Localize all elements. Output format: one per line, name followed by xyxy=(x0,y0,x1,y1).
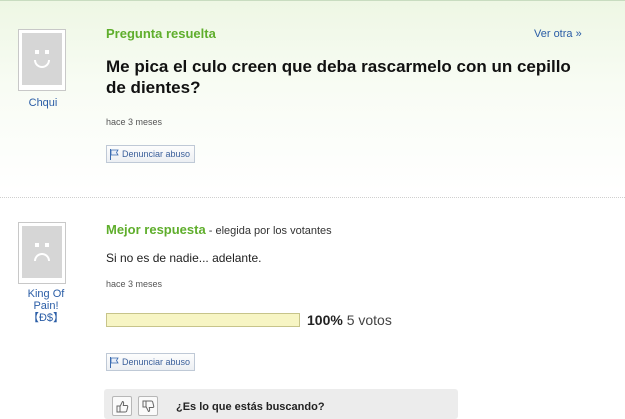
flag-icon xyxy=(110,148,119,160)
asker-avatar[interactable] xyxy=(18,29,66,91)
question-section: Chqui Pregunta resuelta Ver otra » Me pi… xyxy=(0,0,625,191)
thumbs-down-icon xyxy=(142,400,154,412)
report-answer-abuse-button[interactable]: Denunciar abuso xyxy=(106,353,196,371)
question-title: Me pica el culo creen que deba rascarmel… xyxy=(106,57,571,97)
report-abuse-label: Denunciar abuso xyxy=(122,149,191,159)
best-answer-header: Mejor respuesta - elegida por los votant… xyxy=(106,221,332,239)
answerer-name[interactable]: King Of Pain! 【Ð$】 xyxy=(18,288,74,324)
report-abuse-button[interactable]: Denunciar abuso xyxy=(106,145,196,163)
feedback-box: ¿Es lo que estás buscando? xyxy=(104,389,458,419)
chosen-by-voters-text: - elegida por los votantes xyxy=(205,225,332,237)
smiley-avatar-icon xyxy=(22,33,62,85)
vote-count-label: 5 votos xyxy=(346,312,392,328)
answer-timestamp: hace 3 meses xyxy=(106,279,163,289)
question-timestamp: hace 3 meses xyxy=(106,117,163,127)
answerer-avatar[interactable] xyxy=(18,222,66,284)
vote-percentage-fill xyxy=(107,314,299,326)
vote-percentage-label: 100% xyxy=(307,312,343,328)
feedback-prompt: ¿Es lo que estás buscando? xyxy=(176,401,325,413)
resolved-question-label: Pregunta resuelta xyxy=(106,26,216,41)
best-answer-heading: Mejor respuesta xyxy=(106,222,206,237)
thumbs-up-icon xyxy=(116,400,128,412)
vote-percentage-bar xyxy=(106,313,300,327)
see-another-link[interactable]: Ver otra » xyxy=(534,28,582,40)
report-abuse-label: Denunciar abuso xyxy=(122,357,191,367)
thumbs-up-button[interactable] xyxy=(112,396,132,416)
sad-avatar-icon xyxy=(22,226,62,278)
thumbs-down-button[interactable] xyxy=(138,396,158,416)
section-divider xyxy=(0,197,625,198)
flag-icon xyxy=(110,356,119,368)
asker-name[interactable]: Chqui xyxy=(18,97,68,109)
vote-summary: 100% 5 votos xyxy=(307,312,392,328)
answer-text: Si no es de nadie... adelante. xyxy=(106,251,262,265)
